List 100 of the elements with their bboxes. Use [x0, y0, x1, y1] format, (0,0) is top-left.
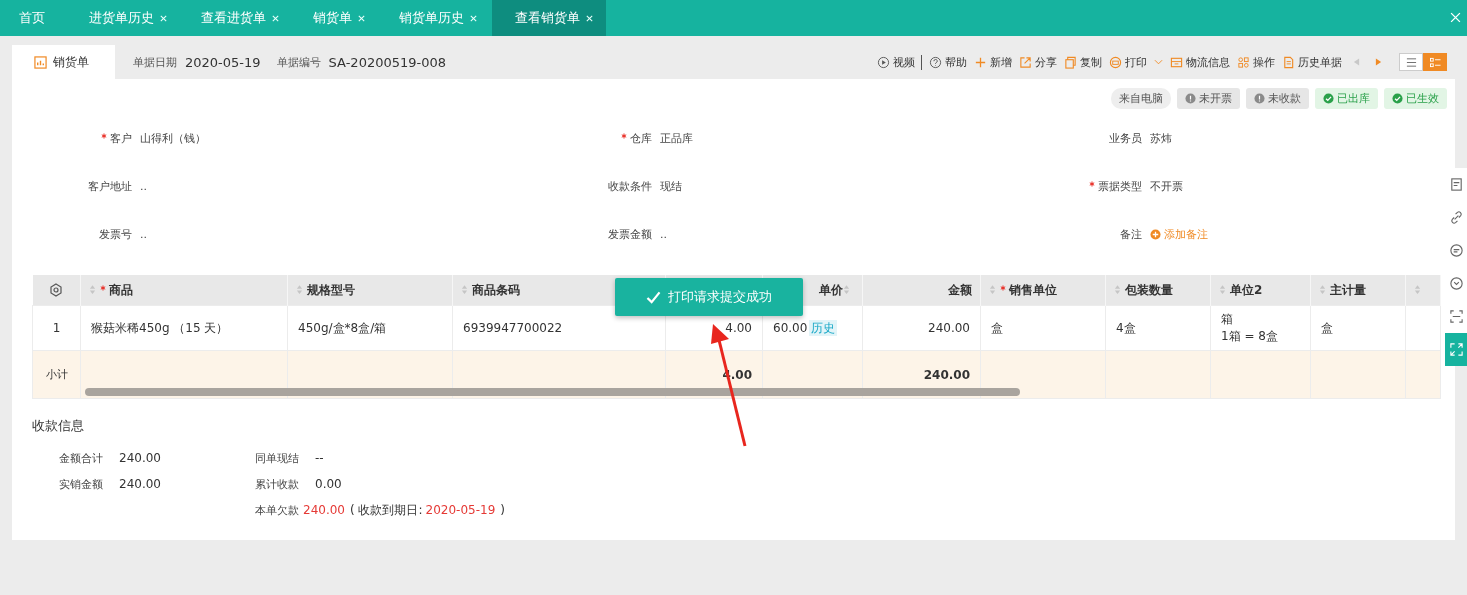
- toolbar-button[interactable]: 视频: [877, 54, 922, 70]
- column-header[interactable]: 金额: [948, 282, 972, 297]
- page-tab[interactable]: 查看销货单: [492, 0, 606, 36]
- column-header[interactable]: 商品: [100, 282, 133, 297]
- column-header[interactable]: 主计量: [1330, 282, 1366, 297]
- column-header[interactable]: 单价: [819, 282, 843, 297]
- required-icon: [1089, 180, 1095, 187]
- chart-icon: [34, 55, 47, 69]
- toolbar-button[interactable]: 帮助: [929, 54, 967, 70]
- column-header[interactable]: 商品条码: [472, 282, 520, 297]
- list-view-button[interactable]: [1399, 53, 1423, 71]
- field-label: 发票号: [99, 226, 132, 242]
- list-icon: [1404, 56, 1418, 68]
- close-icon[interactable]: [585, 13, 594, 23]
- toast-message: 打印请求提交成功: [668, 288, 772, 306]
- payment-label: 同单现结: [255, 450, 300, 466]
- due-date-label: ( 收款到期日:: [350, 501, 423, 519]
- table-cell: 240.00: [928, 321, 970, 335]
- status-tag: 已出库: [1315, 88, 1378, 109]
- required-icon: [621, 132, 627, 139]
- info-icon: [1254, 93, 1265, 104]
- date-label: 单据日期: [133, 54, 177, 70]
- toolbar-button[interactable]: 分享: [1019, 54, 1057, 70]
- close-icon[interactable]: [1450, 12, 1461, 23]
- close-icon[interactable]: [469, 13, 478, 23]
- settings-icon[interactable]: [49, 283, 64, 298]
- field-value: 山得利（钱）: [140, 130, 206, 146]
- field-value: 不开票: [1150, 178, 1183, 194]
- column-header[interactable]: 单位2: [1230, 282, 1263, 297]
- plus-icon: [1150, 228, 1161, 240]
- toolbar-button[interactable]: 新增: [974, 54, 1012, 70]
- detail-list-icon: [1428, 56, 1442, 68]
- document-tab[interactable]: 销货单: [12, 45, 115, 79]
- payment-value: 240.00: [119, 451, 161, 465]
- close-icon[interactable]: [159, 13, 168, 23]
- closing-paren: ): [500, 503, 505, 517]
- grid-icon: [1237, 55, 1250, 69]
- required-icon: [1000, 284, 1006, 291]
- column-header[interactable]: 规格型号: [307, 282, 355, 297]
- previous-icon[interactable]: [1353, 57, 1360, 67]
- toolbar-button[interactable]: 物流信息: [1170, 54, 1230, 70]
- close-icon[interactable]: [271, 13, 280, 23]
- check-icon: [646, 290, 661, 304]
- number-label: 单据编号: [276, 54, 321, 70]
- table-cell: 6939947700022: [463, 321, 563, 335]
- sort-icon[interactable]: [1219, 283, 1226, 295]
- payment-label: 本单欠款: [255, 502, 299, 518]
- payment-label: 实销金额: [59, 476, 104, 492]
- sort-icon[interactable]: [989, 283, 996, 295]
- sort-icon[interactable]: [1414, 284, 1421, 295]
- table-cell: 4.00: [725, 321, 752, 335]
- sort-icon[interactable]: [296, 283, 303, 295]
- toolbar-button[interactable]: 操作: [1237, 54, 1275, 70]
- payment-value: 240.00: [119, 477, 161, 491]
- next-icon[interactable]: [1375, 57, 1382, 67]
- field-label: 票据类型: [1089, 178, 1142, 194]
- due-date: 2020-05-19: [425, 503, 496, 517]
- field-label: 仓库: [621, 130, 652, 146]
- table-cell: 盒: [991, 320, 1003, 335]
- field-label: 收款条件: [608, 178, 652, 194]
- close-icon[interactable]: [357, 13, 366, 23]
- field-label: 业务员: [1109, 130, 1142, 146]
- table-cell: 猴菇米稀450g （15 天）: [91, 320, 229, 335]
- detail-view-button[interactable]: [1423, 53, 1447, 71]
- share-icon: [1019, 55, 1032, 69]
- table-cell: 箱 1箱 = 8盒: [1221, 312, 1278, 343]
- info-icon: [1185, 93, 1196, 104]
- subtotal-amount: 240.00: [923, 367, 970, 382]
- field-value: ..: [140, 179, 147, 193]
- printer-icon: [1109, 55, 1122, 69]
- sort-icon[interactable]: [89, 283, 96, 295]
- sort-icon[interactable]: [843, 283, 850, 295]
- caret-icon[interactable]: [1154, 59, 1163, 65]
- toolbar-button[interactable]: 打印: [1109, 54, 1163, 70]
- sort-icon[interactable]: [1114, 283, 1121, 295]
- expand-icon[interactable]: [1445, 333, 1467, 366]
- check-icon: [1323, 93, 1334, 104]
- sort-icon[interactable]: [1319, 283, 1326, 295]
- payment-value: 0.00: [315, 477, 342, 491]
- status-tag: 未开票: [1177, 88, 1240, 109]
- status-tag: 来自电脑: [1111, 88, 1171, 109]
- scrollbar-thumb[interactable]: [85, 388, 1020, 396]
- date-value: 2020-05-19: [185, 54, 261, 70]
- copy-icon: [1064, 55, 1077, 69]
- toolbar-button[interactable]: 复制: [1064, 54, 1102, 70]
- table-cell: 60.00: [773, 320, 808, 335]
- field-label: 发票金额: [608, 226, 652, 242]
- document-icon: [1282, 55, 1295, 69]
- field-label: 备注: [1120, 226, 1142, 242]
- status-tag: 已生效: [1384, 88, 1447, 109]
- table-cell: 1: [52, 321, 61, 335]
- document-type: 销货单: [53, 53, 89, 71]
- field-label: 客户: [101, 130, 132, 146]
- sort-icon[interactable]: [461, 283, 468, 295]
- required-icon: [101, 132, 107, 139]
- check-icon: [1392, 93, 1403, 104]
- toolbar-button[interactable]: 历史单据: [1282, 54, 1342, 70]
- table-cell: 盒: [1321, 320, 1333, 335]
- status-tag: 未收款: [1246, 88, 1309, 109]
- field-value: ..: [660, 227, 667, 241]
